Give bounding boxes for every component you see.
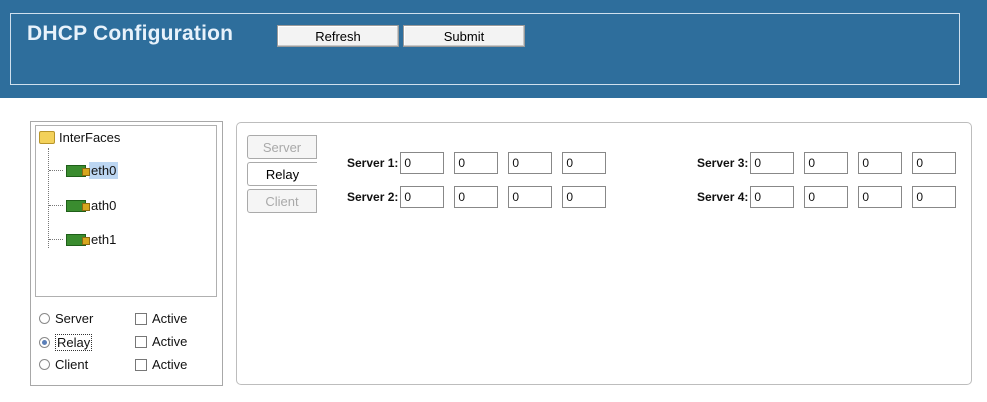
checkbox-label: Active (152, 334, 188, 349)
tree-branch (49, 204, 63, 207)
checkbox[interactable] (135, 335, 147, 348)
checkbox[interactable] (135, 358, 147, 371)
radio-button[interactable] (39, 337, 50, 348)
server-4-row: Server 4: 0 0 0 0 (697, 186, 966, 208)
tab-server[interactable]: Server (247, 135, 317, 159)
ip-octet-input[interactable]: 0 (562, 152, 607, 174)
ip-octet-input[interactable]: 0 (804, 152, 849, 174)
network-card-icon (66, 233, 90, 246)
ip-octet-input[interactable]: 0 (804, 186, 849, 208)
ip-octet-input[interactable]: 0 (400, 152, 445, 174)
tree-item-eth1[interactable]: eth1 (49, 231, 118, 248)
server-4-label: Server 4: (697, 190, 749, 204)
ip-octet-input[interactable]: 0 (858, 186, 903, 208)
radio-label: Client (55, 357, 89, 372)
header-bar: DHCP Configuration Refresh Submit (0, 0, 987, 98)
server-2-label: Server 2: (347, 190, 399, 204)
tree-item-eth0[interactable]: eth0 (49, 162, 119, 179)
ip-octet-input[interactable]: 0 (750, 186, 795, 208)
tab-client[interactable]: Client (247, 189, 317, 213)
ip-octet-input[interactable]: 0 (508, 186, 553, 208)
tree-item-label: eth1 (91, 232, 117, 247)
checkbox-label: Active (152, 311, 188, 326)
ip-octet-input[interactable]: 0 (912, 186, 957, 208)
mode-options: Server Active Relay Active Client Active (35, 305, 217, 383)
checkbox-label: Active (152, 357, 188, 372)
ip-octet-input[interactable]: 0 (750, 152, 795, 174)
radio-relay[interactable]: Relay (39, 334, 93, 351)
submit-button[interactable]: Submit (403, 25, 525, 47)
ip-octet-input[interactable]: 0 (454, 186, 499, 208)
server-3-row: Server 3: 0 0 0 0 (697, 152, 966, 174)
tree-branch (49, 169, 63, 172)
radio-button[interactable] (39, 359, 50, 370)
tree-branch (49, 238, 63, 241)
ip-octet-input[interactable]: 0 (454, 152, 499, 174)
checkbox[interactable] (135, 312, 147, 325)
network-card-icon (66, 164, 90, 177)
active-checkbox-client[interactable]: Active (135, 357, 187, 372)
interfaces-panel: InterFaces eth0 ath0 eth1 Server Active (30, 121, 223, 386)
radio-button[interactable] (39, 313, 50, 324)
page-title: DHCP Configuration (27, 22, 234, 45)
ip-octet-input[interactable]: 0 (912, 152, 957, 174)
radio-client[interactable]: Client (39, 357, 88, 372)
network-card-icon (66, 199, 90, 212)
tree-item-ath0[interactable]: ath0 (49, 197, 118, 214)
interfaces-tree: InterFaces eth0 ath0 eth1 (35, 125, 217, 297)
tree-item-label: eth0 (89, 162, 119, 179)
server-3-label: Server 3: (697, 156, 749, 170)
server-2-row: Server 2: 0 0 0 0 (347, 186, 616, 208)
radio-label: Server (55, 311, 94, 326)
ip-octet-input[interactable]: 0 (562, 186, 607, 208)
server-1-label: Server 1: (347, 156, 399, 170)
active-checkbox-server[interactable]: Active (135, 311, 187, 326)
tree-root-label: InterFaces (59, 130, 121, 145)
ip-octet-input[interactable]: 0 (508, 152, 553, 174)
server-1-row: Server 1: 0 0 0 0 (347, 152, 616, 174)
tree-root[interactable]: InterFaces (39, 130, 120, 145)
radio-server[interactable]: Server (39, 311, 93, 326)
folder-icon (39, 131, 55, 144)
radio-label: Relay (55, 334, 93, 351)
active-checkbox-relay[interactable]: Active (135, 334, 187, 349)
relay-settings-panel: Server Relay Client Server 1: 0 0 0 0 Se… (236, 122, 972, 385)
refresh-button[interactable]: Refresh (277, 25, 399, 47)
ip-octet-input[interactable]: 0 (858, 152, 903, 174)
tab-relay[interactable]: Relay (247, 162, 317, 186)
tree-item-label: ath0 (91, 198, 117, 213)
ip-octet-input[interactable]: 0 (400, 186, 445, 208)
